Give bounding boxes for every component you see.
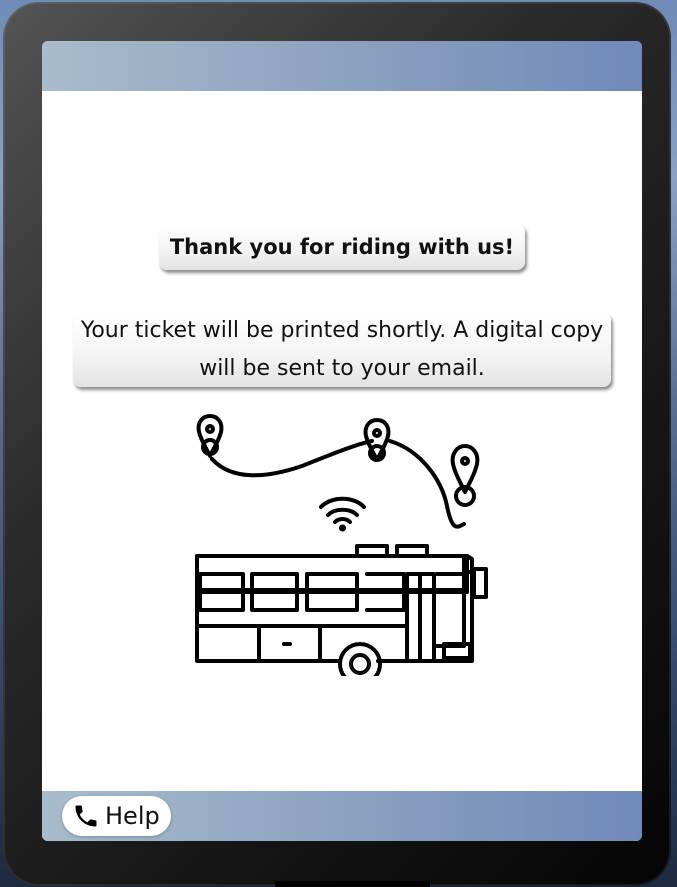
wifi-icon: [319, 496, 366, 532]
help-label: Help: [105, 802, 160, 830]
footer-bar: Help: [42, 791, 642, 841]
device-frame: Thank you for riding with us! Your ticke…: [3, 2, 671, 886]
help-button[interactable]: Help: [62, 796, 171, 836]
phone-icon: [71, 801, 101, 831]
map-pin-icon: [196, 414, 224, 458]
route-path-icon: [210, 439, 374, 478]
thank-you-text: Thank you for riding with us!: [169, 235, 515, 259]
ticket-message-box: Your ticket will be printed shortly. A d…: [73, 313, 611, 387]
map-pin-icon: [363, 418, 391, 462]
device-bottom-edge: [275, 881, 430, 887]
map-pin-icon: [450, 444, 480, 507]
ticket-message-text: Your ticket will be printed shortly. A d…: [80, 318, 604, 381]
kiosk-screen: Thank you for riding with us! Your ticke…: [42, 41, 642, 841]
bus-route-illustration: [195, 414, 488, 676]
bus-icon: [195, 544, 488, 676]
thank-you-banner: Thank you for riding with us!: [159, 224, 525, 270]
header-bar: [42, 41, 642, 91]
